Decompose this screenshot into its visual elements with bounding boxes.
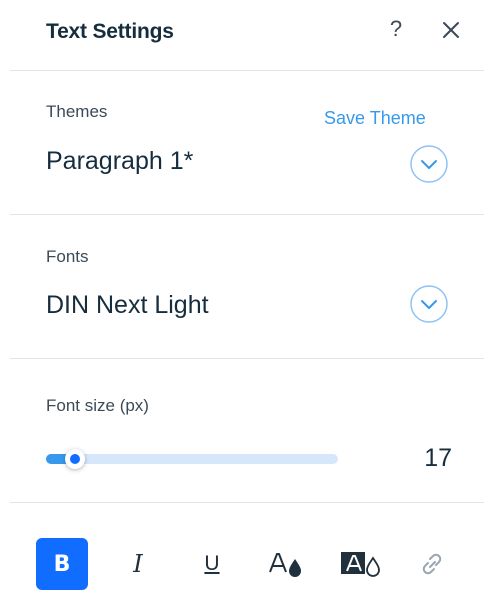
themes-dropdown-button[interactable] xyxy=(409,144,449,184)
underline-icon: U xyxy=(204,552,220,575)
divider xyxy=(10,70,484,71)
formatting-toolbar: B I U xyxy=(0,520,484,615)
panel-title: Text Settings xyxy=(46,20,174,43)
font-selected-value[interactable]: DIN Next Light xyxy=(46,291,209,320)
divider xyxy=(10,502,484,503)
fonts-label: Fonts xyxy=(46,247,89,266)
italic-icon: I xyxy=(133,550,143,578)
text-settings-panel: Text Settings ? Themes Save Theme Paragr… xyxy=(0,0,484,615)
close-icon xyxy=(443,22,459,38)
bold-icon: B xyxy=(53,551,71,577)
divider xyxy=(10,214,484,215)
text-color-button[interactable] xyxy=(260,538,312,590)
theme-selected-value[interactable]: Paragraph 1* xyxy=(46,147,193,176)
chevron-down-icon xyxy=(410,285,448,323)
font-size-slider-thumb[interactable] xyxy=(65,449,86,469)
text-color-icon xyxy=(269,553,301,577)
underline-button[interactable]: U xyxy=(186,538,238,590)
font-size-value[interactable]: 17 xyxy=(424,444,452,473)
link-button[interactable] xyxy=(406,538,458,590)
help-button[interactable]: ? xyxy=(384,14,408,44)
save-theme-link[interactable]: Save Theme xyxy=(324,108,426,129)
bold-button[interactable]: B xyxy=(36,538,88,590)
link-icon xyxy=(422,553,442,575)
font-size-slider-track[interactable] xyxy=(46,454,338,464)
panel-header: Text Settings ? xyxy=(0,0,484,70)
close-button[interactable] xyxy=(438,16,464,44)
highlight-color-icon xyxy=(341,552,380,577)
chevron-down-icon xyxy=(410,145,448,183)
italic-button[interactable]: I xyxy=(112,538,164,590)
highlight-color-button[interactable] xyxy=(334,538,386,590)
font-size-label: Font size (px) xyxy=(46,396,149,415)
fonts-dropdown-button[interactable] xyxy=(409,284,449,324)
divider xyxy=(10,358,484,359)
themes-label: Themes xyxy=(46,102,108,121)
